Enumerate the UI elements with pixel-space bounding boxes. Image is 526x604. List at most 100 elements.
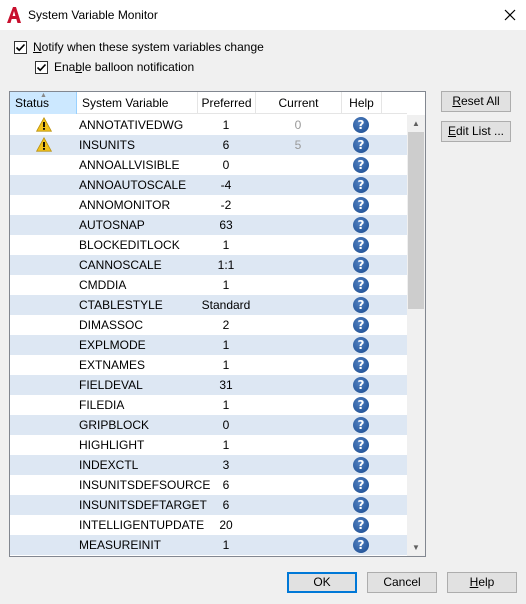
preferred-value[interactable]: 6: [197, 495, 255, 515]
help-icon[interactable]: ?: [353, 497, 369, 513]
table-row[interactable]: INTELLIGENTUPDATE 20?: [10, 515, 407, 535]
preferred-value[interactable]: 1:1: [197, 255, 255, 275]
reset-all-button[interactable]: Reset All: [441, 91, 511, 112]
preferred-value[interactable]: 6: [197, 475, 255, 495]
table-row[interactable]: DIMASSOC 2?: [10, 315, 407, 335]
help-cell[interactable]: ?: [341, 415, 381, 435]
help-cell[interactable]: ?: [341, 375, 381, 395]
help-icon[interactable]: ?: [353, 297, 369, 313]
close-button[interactable]: [494, 0, 526, 30]
preferred-value[interactable]: Standard: [197, 295, 255, 315]
ok-button[interactable]: OK: [287, 572, 357, 593]
help-icon[interactable]: ?: [353, 517, 369, 533]
cancel-button[interactable]: Cancel: [367, 572, 437, 593]
notify-checkbox[interactable]: [14, 40, 27, 54]
help-icon[interactable]: ?: [353, 337, 369, 353]
help-cell[interactable]: ?: [341, 195, 381, 215]
help-icon[interactable]: ?: [353, 177, 369, 193]
table-row[interactable]: ANNOTATIVEDWG 1 0?: [10, 115, 407, 135]
help-cell[interactable]: ?: [341, 175, 381, 195]
preferred-value[interactable]: 1: [197, 275, 255, 295]
help-cell[interactable]: ?: [341, 115, 381, 135]
preferred-value[interactable]: 1: [197, 435, 255, 455]
preferred-value[interactable]: 6: [197, 135, 255, 155]
table-row[interactable]: EXPLMODE 1?: [10, 335, 407, 355]
table-row[interactable]: CMDDIA 1?: [10, 275, 407, 295]
scrollbar-thumb[interactable]: [408, 132, 424, 309]
table-row[interactable]: AUTOSNAP 63?: [10, 215, 407, 235]
preferred-value[interactable]: 1: [197, 355, 255, 375]
preferred-value[interactable]: 31: [197, 375, 255, 395]
scroll-down-icon[interactable]: ▼: [407, 539, 425, 556]
preferred-value[interactable]: 3: [197, 455, 255, 475]
table-row[interactable]: CTABLESTYLE Standard?: [10, 295, 407, 315]
help-cell[interactable]: ?: [341, 515, 381, 535]
help-icon[interactable]: ?: [353, 457, 369, 473]
preferred-value[interactable]: -2: [197, 195, 255, 215]
preferred-value[interactable]: 1: [197, 235, 255, 255]
help-cell[interactable]: ?: [341, 295, 381, 315]
help-cell[interactable]: ?: [341, 435, 381, 455]
help-cell[interactable]: ?: [341, 235, 381, 255]
table-row[interactable]: INDEXCTL 3?: [10, 455, 407, 475]
preferred-value[interactable]: 0: [197, 155, 255, 175]
help-icon[interactable]: ?: [353, 377, 369, 393]
preferred-value[interactable]: 1: [197, 395, 255, 415]
table-row[interactable]: GRIPBLOCK 0?: [10, 415, 407, 435]
help-icon[interactable]: ?: [353, 397, 369, 413]
column-header-current[interactable]: Current: [256, 92, 342, 114]
help-cell[interactable]: ?: [341, 395, 381, 415]
help-cell[interactable]: ?: [341, 155, 381, 175]
help-icon[interactable]: ?: [353, 317, 369, 333]
table-row[interactable]: HIGHLIGHT 1?: [10, 435, 407, 455]
help-cell[interactable]: ?: [341, 135, 381, 155]
help-icon[interactable]: ?: [353, 137, 369, 153]
table-row[interactable]: ANNOALLVISIBLE 0?: [10, 155, 407, 175]
help-icon[interactable]: ?: [353, 537, 369, 553]
help-icon[interactable]: ?: [353, 237, 369, 253]
table-row[interactable]: EXTNAMES 1?: [10, 355, 407, 375]
system-variable-table[interactable]: ▲ Status System Variable Preferred Curre…: [9, 91, 426, 557]
table-row[interactable]: CANNOSCALE 1:1?: [10, 255, 407, 275]
help-icon[interactable]: ?: [353, 277, 369, 293]
table-row[interactable]: FILEDIA 1?: [10, 395, 407, 415]
column-header-preferred[interactable]: Preferred: [198, 92, 256, 114]
help-icon[interactable]: ?: [353, 197, 369, 213]
table-row[interactable]: ANNOAUTOSCALE -4?: [10, 175, 407, 195]
help-cell[interactable]: ?: [341, 275, 381, 295]
help-icon[interactable]: ?: [353, 437, 369, 453]
table-row[interactable]: MEASUREINIT 1?: [10, 535, 407, 555]
help-button[interactable]: Help: [447, 572, 517, 593]
table-row[interactable]: BLOCKEDITLOCK 1?: [10, 235, 407, 255]
help-icon[interactable]: ?: [353, 357, 369, 373]
vertical-scrollbar[interactable]: ▲ ▼: [407, 115, 425, 556]
help-cell[interactable]: ?: [341, 255, 381, 275]
column-header-status[interactable]: ▲ Status: [10, 92, 77, 114]
help-cell[interactable]: ?: [341, 535, 381, 555]
scroll-up-icon[interactable]: ▲: [407, 115, 425, 132]
help-icon[interactable]: ?: [353, 417, 369, 433]
column-header-system-variable[interactable]: System Variable: [77, 92, 198, 114]
preferred-value[interactable]: 1: [197, 115, 255, 135]
preferred-value[interactable]: 2: [197, 315, 255, 335]
help-cell[interactable]: ?: [341, 315, 381, 335]
help-cell[interactable]: ?: [341, 215, 381, 235]
preferred-value[interactable]: 63: [197, 215, 255, 235]
help-cell[interactable]: ?: [341, 475, 381, 495]
table-row[interactable]: ANNOMONITOR -2?: [10, 195, 407, 215]
help-cell[interactable]: ?: [341, 495, 381, 515]
help-icon[interactable]: ?: [353, 117, 369, 133]
preferred-value[interactable]: 0: [197, 415, 255, 435]
preferred-value[interactable]: 1: [197, 535, 255, 555]
edit-list-button[interactable]: Edit List ...: [441, 121, 511, 142]
table-row[interactable]: INSUNITSDEFTARGET 6?: [10, 495, 407, 515]
help-icon[interactable]: ?: [353, 257, 369, 273]
help-icon[interactable]: ?: [353, 217, 369, 233]
help-icon[interactable]: ?: [353, 157, 369, 173]
help-cell[interactable]: ?: [341, 355, 381, 375]
help-icon[interactable]: ?: [353, 477, 369, 493]
column-header-help[interactable]: Help: [342, 92, 382, 114]
notify-option[interactable]: Notify when these system variables chang…: [14, 40, 264, 54]
table-row[interactable]: INSUNITS 6 5?: [10, 135, 407, 155]
preferred-value[interactable]: -4: [197, 175, 255, 195]
